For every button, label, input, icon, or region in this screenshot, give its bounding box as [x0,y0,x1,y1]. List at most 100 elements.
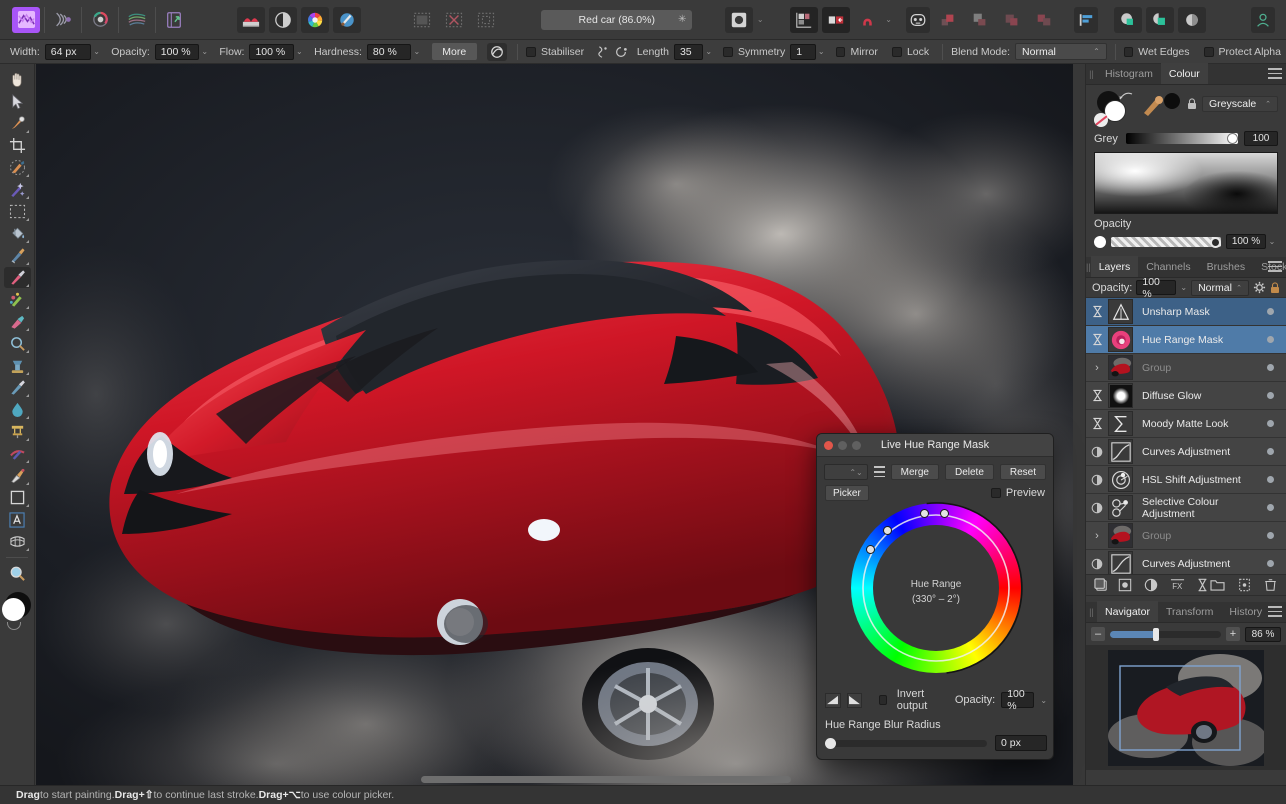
blur-radius-value[interactable]: 0 px [995,735,1047,751]
grey-slider[interactable] [1126,133,1238,144]
minimise-button[interactable] [838,441,847,450]
marquee-tool[interactable] [4,201,31,222]
layer-row[interactable]: Unsharp Mask [1086,298,1286,326]
layer-visibility-toggle[interactable] [1267,336,1274,343]
layer-row[interactable]: Curves Adjustment [1086,550,1286,574]
flood-select-tool[interactable] [4,179,31,200]
layer-row[interactable]: › Group [1086,354,1286,382]
layer-row[interactable]: › Group [1086,522,1286,550]
show-grid-icon[interactable] [789,6,818,33]
add-pixel-layer-icon[interactable] [1238,578,1251,592]
hardness-input[interactable]: 80 % [366,43,412,60]
blur-brush-tool[interactable] [4,399,31,420]
opacity-stepper[interactable]: ⌄ [199,44,210,60]
layers-list[interactable]: Unsharp Mask Hue Range Mask › Group Diffuse … [1086,298,1286,574]
zoom-tool[interactable] [4,563,31,584]
tab-colour[interactable]: Colour [1160,63,1208,84]
hardness-stepper[interactable]: ⌄ [411,44,422,60]
wet-edges-checkbox[interactable] [1123,46,1134,57]
colour-gradient-field[interactable] [1094,152,1278,214]
layers-lock-icon[interactable] [1270,281,1280,294]
inpainting-tool[interactable] [4,421,31,442]
pixel-tool[interactable] [4,289,31,310]
view-mode-dropdown[interactable]: ⌄ [755,7,765,33]
move-forward-icon[interactable] [966,7,994,33]
reset-button[interactable]: Reset [999,464,1046,480]
foreground-background-swatch[interactable] [1,592,33,636]
magnet-snapping-icon[interactable] [854,7,882,33]
width-stepper[interactable]: ⌄ [91,44,102,60]
layer-row[interactable]: Hue Range Mask [1086,326,1286,354]
liquify-persona-icon[interactable] [49,7,77,33]
zoom-button[interactable] [852,441,861,450]
selection-brush-tool[interactable] [4,157,31,178]
paint-mixer-tool[interactable] [4,245,31,266]
blur-radius-slider[interactable] [825,737,987,749]
length-stepper[interactable]: ⌄ [703,44,714,60]
mask-layer-icon[interactable] [1086,577,1116,593]
colour-opacity-dropdown[interactable]: ⌄ [1266,237,1278,246]
mirror-checkbox[interactable] [835,46,846,57]
layer-visibility-toggle[interactable] [1267,532,1274,539]
preview-checkbox[interactable] [990,488,1001,498]
zoom-slider-handle[interactable] [1152,627,1159,641]
rope-stabiliser-icon[interactable] [593,43,612,61]
live-filter-alt-icon[interactable]: FX [1170,578,1185,592]
layers-panel-menu-icon[interactable] [1268,261,1282,273]
adjustment-layer-icon[interactable] [1118,578,1132,592]
zoom-slider[interactable] [1110,627,1221,641]
erase-brush-tool[interactable] [4,311,31,332]
adjustment-icon[interactable] [268,6,297,33]
move-to-back-icon[interactable] [1030,7,1058,33]
layer-visibility-toggle[interactable] [1267,504,1274,511]
dodge-burn-tool[interactable] [4,333,31,354]
preset-select[interactable]: ⌃⌄ [824,464,868,480]
pipette-icon[interactable] [1140,91,1182,121]
layer-row[interactable]: Moody Matte Look [1086,410,1286,438]
opacity-input[interactable]: 100 % [154,43,199,60]
blend-mode-select[interactable]: Normal ⌃ [1015,43,1107,60]
layers-blend-mode-select[interactable]: Normal ⌃ [1191,279,1249,296]
colour-opacity-value[interactable]: 100 % [1226,234,1266,249]
hue-handle-inner-end[interactable] [919,509,929,519]
panel-grip-icon[interactable]: || [1086,63,1097,84]
delete-layer-icon[interactable] [1264,578,1277,592]
merge-button[interactable]: Merge [890,464,939,480]
assistant-icon[interactable] [236,6,265,33]
tab-transform[interactable]: Transform [1158,601,1221,622]
window-stabiliser-icon[interactable] [612,43,631,61]
colour-picker-tool[interactable] [4,113,31,134]
brush-settings-icon[interactable] [332,6,361,33]
canvas-horizontal-scrollbar[interactable] [421,776,791,783]
hue-handle-inner-start[interactable] [882,525,892,535]
tab-brushes[interactable]: Brushes [1199,256,1254,277]
shape-tool[interactable] [4,487,31,508]
dialog-title-bar[interactable]: Live Hue Range Mask [817,434,1053,457]
move-backward-icon[interactable] [998,7,1026,33]
assistant-robot-icon[interactable] [905,6,930,33]
view-mode-icon[interactable] [725,6,754,33]
select-pixel-icon[interactable] [408,7,436,33]
layer-row[interactable]: Selective Colour Adjustment [1086,494,1286,522]
layer-visibility-toggle[interactable] [1267,560,1274,567]
layer-visibility-toggle[interactable] [1267,476,1274,483]
more-button[interactable]: More [431,43,477,60]
symmetry-stepper[interactable]: ⌄ [816,44,827,60]
align-icon[interactable] [1074,6,1099,33]
export-persona-icon[interactable] [160,7,188,33]
zoom-value[interactable]: 86 % [1245,626,1281,642]
navigator-thumbnail[interactable] [1086,645,1286,770]
smudge-tool[interactable] [4,377,31,398]
layer-visibility-toggle[interactable] [1267,420,1274,427]
paint-brush-tool[interactable] [3,267,31,288]
layers-opacity-input[interactable]: 100 % [1136,276,1177,300]
tab-history[interactable]: History [1221,601,1270,622]
colour-swatches[interactable] [1094,91,1140,127]
user-account-icon[interactable] [1251,6,1276,33]
photo-persona-icon[interactable] [12,6,40,33]
artistic-text-tool[interactable] [4,509,31,530]
document-tab[interactable]: Red car (86.0%) ✳ [541,9,693,30]
move-tool[interactable] [4,91,31,112]
symmetry-input[interactable]: 1 [790,43,816,60]
brush-dynamics-icon[interactable] [486,42,508,61]
